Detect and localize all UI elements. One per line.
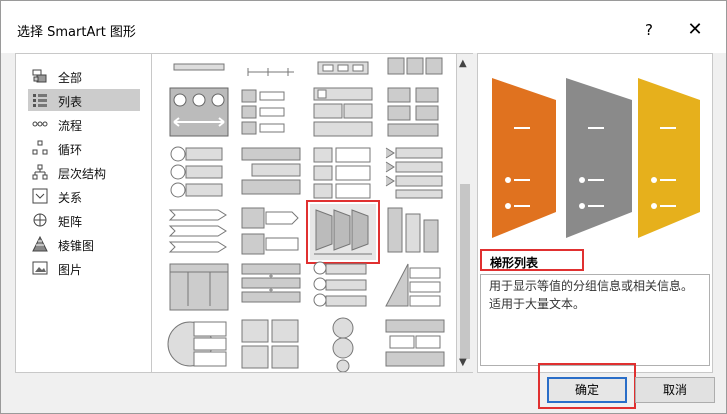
preview-description: 用于显示等值的分组信息或相关信息。适用于大量文本。 [480, 274, 710, 366]
dialog-title: 选择 SmartArt 图形 [17, 25, 136, 40]
category-label: 列表 [58, 95, 83, 109]
category-pyramid[interactable]: 棱锥图 [28, 233, 140, 255]
layout-thumbnail[interactable] [310, 260, 376, 316]
scroll-up-icon[interactable]: ▲ [459, 58, 467, 69]
preview-shape-orange [492, 78, 556, 238]
scroll-thumb[interactable] [460, 184, 470, 359]
layout-thumbnail[interactable] [166, 260, 232, 316]
category-list-item[interactable]: 列表 [28, 89, 140, 111]
close-button[interactable]: ✕ [675, 15, 715, 45]
layout-thumbnail[interactable] [310, 316, 376, 372]
layout-thumbnail[interactable] [166, 53, 232, 80]
category-relationship[interactable]: 关系 [28, 185, 140, 207]
layout-thumbnail[interactable] [166, 84, 232, 140]
hierarchy-icon [32, 164, 48, 180]
preview-title: 梯形列表 [480, 249, 584, 271]
layout-thumbnail[interactable] [166, 316, 232, 372]
list-icon [33, 94, 47, 107]
category-label: 关系 [58, 191, 83, 205]
process-icon [32, 121, 48, 127]
category-label: 全部 [58, 71, 83, 85]
help-button[interactable]: ? [629, 15, 669, 45]
trapezoid-list-preview [492, 78, 700, 238]
category-picture[interactable]: 图片 [28, 257, 140, 279]
picture-icon [32, 261, 48, 275]
category-list: 全部 列表 流程 循环 层次结构 关系 矩阵 棱锥图 图片 [15, 53, 151, 373]
category-label: 棱锥图 [58, 239, 95, 253]
category-label: 图片 [58, 263, 83, 277]
category-hierarchy[interactable]: 层次结构 [28, 161, 140, 183]
cancel-button[interactable]: 取消 [635, 377, 715, 403]
layout-thumbnail[interactable] [310, 144, 376, 200]
title-bar: 选择 SmartArt 图形 ? ✕ [1, 1, 726, 53]
category-label: 矩阵 [58, 215, 83, 229]
layout-thumbnail[interactable] [382, 144, 448, 200]
layout-thumbnail[interactable] [382, 316, 448, 372]
category-matrix[interactable]: 矩阵 [28, 209, 140, 231]
layout-thumbnail[interactable] [166, 144, 232, 200]
layout-thumbnail[interactable] [238, 260, 304, 316]
layout-thumbnail[interactable] [382, 260, 448, 316]
layout-thumbnail[interactable] [382, 204, 448, 260]
layout-thumbnail[interactable] [238, 204, 304, 260]
smartart-dialog: 选择 SmartArt 图形 ? ✕ 全部 列表 流程 循环 层次结构 关系 矩… [0, 0, 727, 414]
relationship-icon [32, 188, 48, 204]
preview-shape-gold [638, 78, 700, 238]
cycle-icon [32, 140, 48, 155]
layout-thumbnail[interactable] [238, 84, 304, 140]
layout-thumbnail[interactable] [166, 204, 232, 260]
layout-thumbnail[interactable] [238, 53, 304, 80]
layout-thumbnail-trapezoid-list[interactable] [306, 200, 380, 264]
layout-gallery [151, 53, 457, 373]
pyramid-icon [32, 236, 48, 252]
layout-thumbnail[interactable] [382, 84, 448, 140]
category-all[interactable]: 全部 [28, 65, 140, 87]
preview-panel: 梯形列表 用于显示等值的分组信息或相关信息。适用于大量文本。 [477, 53, 713, 373]
category-label: 循环 [58, 143, 83, 157]
matrix-icon [33, 213, 47, 227]
category-label: 层次结构 [58, 167, 107, 181]
category-cycle[interactable]: 循环 [28, 137, 140, 159]
category-process[interactable]: 流程 [28, 113, 140, 135]
scroll-down-icon[interactable]: ▼ [459, 357, 467, 368]
layout-thumbnail[interactable] [238, 316, 304, 372]
layout-thumbnail[interactable] [310, 53, 376, 80]
layout-thumbnail[interactable] [382, 53, 448, 80]
category-label: 流程 [58, 119, 83, 133]
ok-button[interactable]: 确定 [547, 377, 627, 403]
gallery-scrollbar[interactable]: ▲ ▼ [457, 53, 473, 373]
all-icon [32, 69, 47, 83]
layout-thumbnail[interactable] [310, 84, 376, 140]
preview-shape-gray [566, 78, 632, 238]
layout-thumbnail[interactable] [238, 144, 304, 200]
